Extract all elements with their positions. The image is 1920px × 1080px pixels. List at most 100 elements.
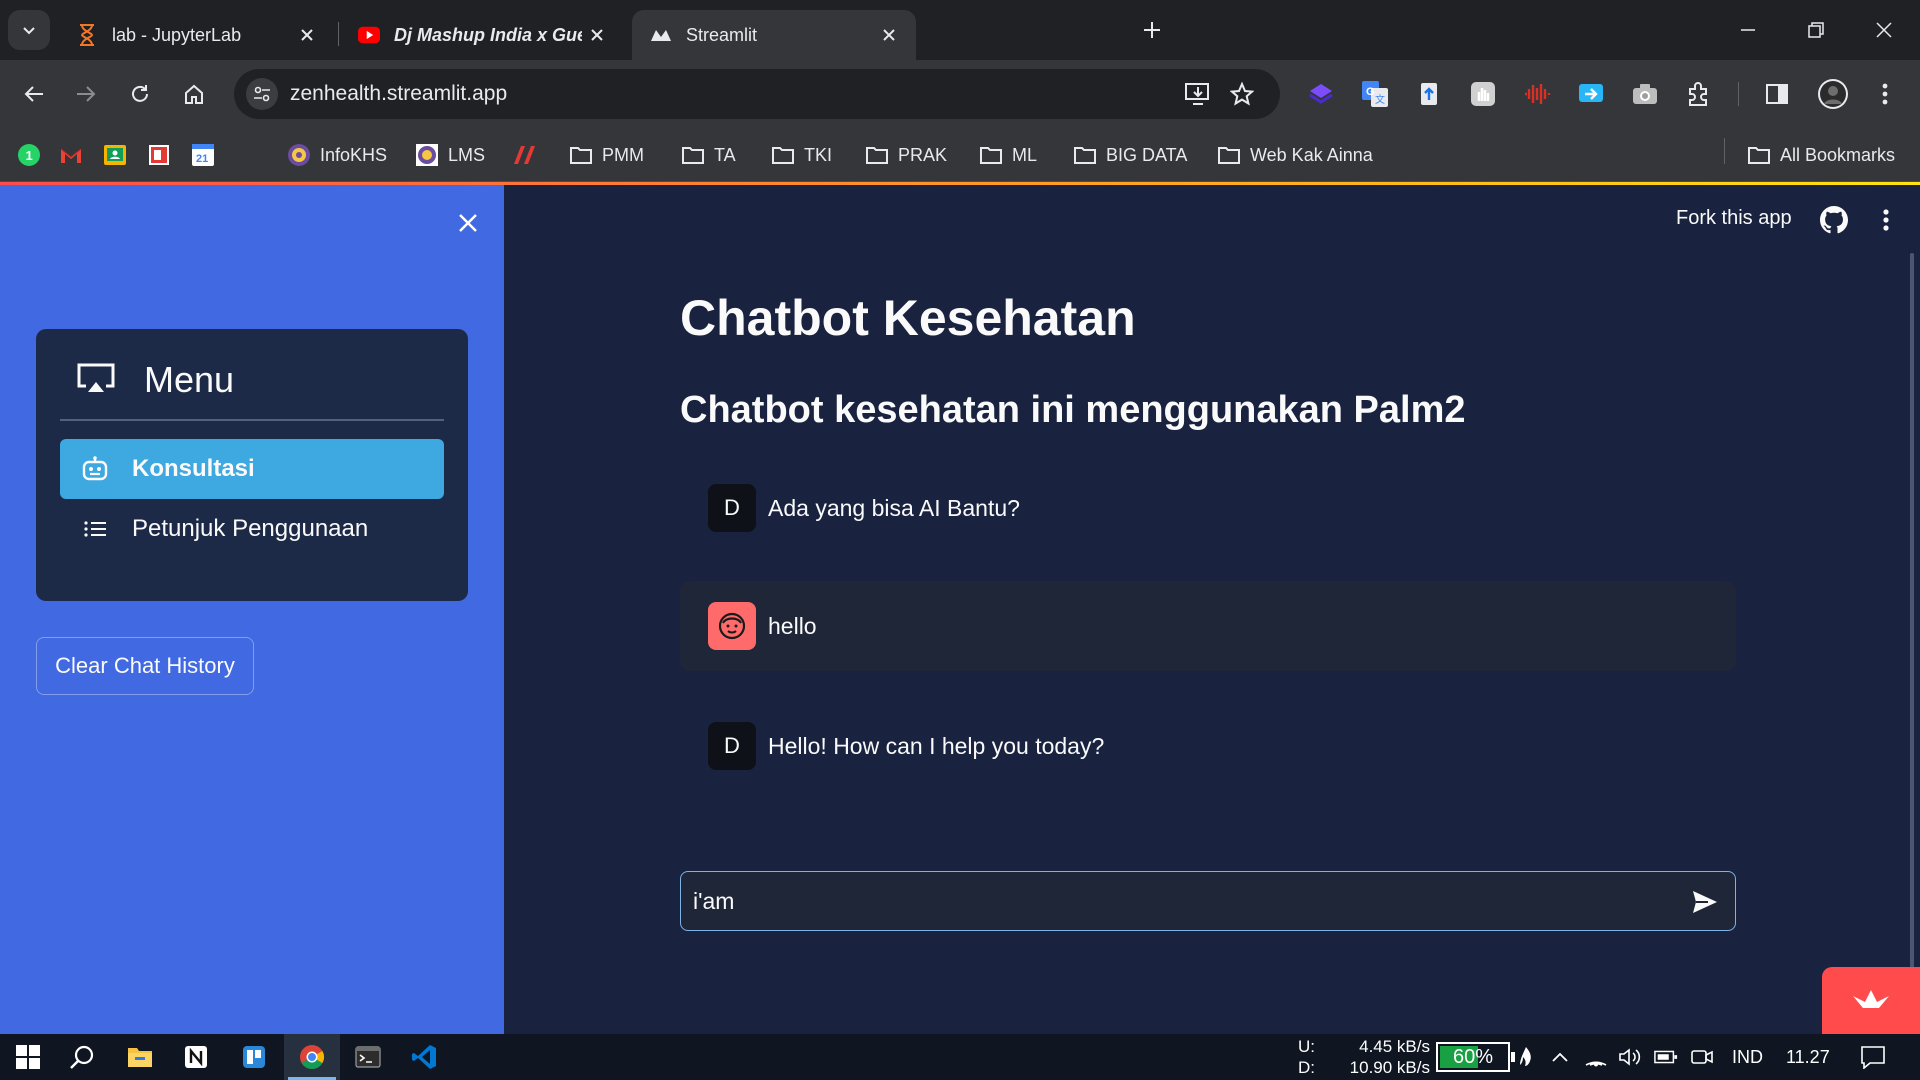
bookmark-label: PRAK <box>898 144 948 165</box>
start-button[interactable] <box>0 1034 56 1080</box>
install-app-button[interactable] <box>1182 78 1214 110</box>
taskbar-notion[interactable] <box>168 1034 224 1080</box>
send-icon[interactable] <box>1689 886 1721 918</box>
search-button[interactable] <box>54 1034 110 1080</box>
tab-title: Streamlit <box>686 24 758 45</box>
tab-jupyterlab[interactable]: lab - JupyterLab <box>58 10 334 60</box>
scrollbar[interactable] <box>1910 253 1914 973</box>
tab-close-icon[interactable] <box>874 20 904 50</box>
bookmark-label: TA <box>714 144 736 165</box>
tab-separator <box>338 22 339 46</box>
menu-item-label: Petunjuk Penggunaan <box>132 515 369 542</box>
menu-item-konsultasi[interactable]: Konsultasi <box>60 439 444 499</box>
menu-header: Menu <box>76 359 234 401</box>
fire-app-icon[interactable] <box>1514 1045 1538 1069</box>
screen-share-extension-icon[interactable] <box>1576 79 1606 109</box>
close-icon <box>459 214 477 232</box>
bookmark-folder-ml[interactable]: ML <box>978 140 1037 170</box>
home-button[interactable] <box>174 74 214 114</box>
tab-close-icon[interactable] <box>582 20 612 50</box>
svg-text:文: 文 <box>1375 93 1385 106</box>
reload-button[interactable] <box>120 74 160 114</box>
google-translate-icon[interactable]: G文 <box>1360 79 1390 109</box>
fork-app-link[interactable]: Fork this app <box>1676 207 1792 230</box>
battery-percent: 60% <box>1452 1046 1494 1068</box>
close-icon <box>1876 22 1892 38</box>
bookmark-classroom[interactable] <box>102 140 128 170</box>
volume-icon[interactable] <box>1618 1045 1642 1069</box>
toolbar-separator <box>1738 82 1739 106</box>
url-text[interactable]: zenhealth.streamlit.app <box>290 82 507 106</box>
tab-title: lab - JupyterLab <box>112 24 242 45</box>
extensions-puzzle-icon[interactable] <box>1684 79 1714 109</box>
bookmark-infokhs[interactable]: InfoKHS <box>286 140 387 170</box>
sidebar-close-button[interactable] <box>450 205 486 241</box>
wifi-icon[interactable] <box>1584 1045 1608 1069</box>
bookmark-calendar[interactable]: 21 <box>190 140 216 170</box>
bookmark-folder-pmm[interactable]: PMM <box>568 140 644 170</box>
battery-meter[interactable]: 60% <box>1436 1042 1515 1072</box>
bookmark-red-logo[interactable] <box>512 140 538 170</box>
chat-input-value[interactable]: i'am <box>693 888 734 915</box>
taskbar-app-blue[interactable] <box>226 1034 282 1080</box>
app-menu-icon[interactable] <box>1870 204 1902 236</box>
bookmark-folder-prak[interactable]: PRAK <box>864 140 947 170</box>
youtube-icon <box>358 24 380 46</box>
github-icon[interactable] <box>1818 204 1850 236</box>
restore-button[interactable] <box>1788 8 1844 52</box>
bookmark-folder-web-kak-ainna[interactable]: Web Kak Ainna <box>1216 140 1373 170</box>
input-language[interactable]: IND <box>1732 1047 1763 1068</box>
clock-time[interactable]: 11.27 <box>1786 1047 1830 1068</box>
streamlit-badge[interactable] <box>1822 967 1920 1034</box>
minimize-button[interactable] <box>1720 8 1776 52</box>
university-logo-icon <box>286 142 312 168</box>
robot-icon <box>80 454 110 484</box>
taskbar-vscode[interactable] <box>396 1034 452 1080</box>
chrome-icon <box>300 1045 325 1069</box>
notification-center-icon[interactable] <box>1858 1045 1888 1069</box>
bookmark-whatsapp[interactable]: 1 <box>16 140 42 170</box>
audio-waveform-icon[interactable] <box>1522 79 1552 109</box>
tab-close-icon[interactable] <box>292 20 322 50</box>
search-icon <box>70 1045 94 1069</box>
all-bookmarks-folder[interactable]: All Bookmarks <box>1746 140 1895 170</box>
back-button[interactable] <box>14 74 54 114</box>
bookmark-folder-tki[interactable]: TKI <box>770 140 832 170</box>
bookmark-star-button[interactable] <box>1226 78 1258 110</box>
camera-extension-icon[interactable] <box>1630 79 1660 109</box>
chat-message-user: hello <box>680 581 1736 671</box>
site-info-button[interactable] <box>246 78 278 110</box>
main-content: Fork this app Chatbot Kesehatan Chatbot … <box>504 185 1920 1034</box>
camera-tray-icon[interactable] <box>1690 1045 1714 1069</box>
profile-avatar-icon[interactable] <box>1816 77 1850 111</box>
bookmark-gmail[interactable] <box>58 140 84 170</box>
forward-button[interactable] <box>66 74 106 114</box>
battery-tray-icon[interactable] <box>1654 1045 1678 1069</box>
tab-search-button[interactable] <box>8 10 50 50</box>
taskbar-chrome[interactable] <box>284 1034 340 1080</box>
hand-extension-icon[interactable] <box>1468 79 1498 109</box>
chat-input[interactable]: i'am <box>680 871 1736 931</box>
taskbar-file-explorer[interactable] <box>112 1034 168 1080</box>
menu-item-petunjuk-penggunaan[interactable]: Petunjuk Penggunaan <box>60 499 444 559</box>
side-panel-icon[interactable] <box>1762 79 1792 109</box>
chevron-up-icon[interactable] <box>1548 1045 1572 1069</box>
clear-chat-history-button[interactable]: Clear Chat History <box>36 637 254 695</box>
bookmarks-separator <box>1724 138 1725 164</box>
extension-purple-icon[interactable] <box>1306 79 1336 109</box>
upload-extension-icon[interactable] <box>1414 79 1444 109</box>
bookmark-folder-ta[interactable]: TA <box>680 140 736 170</box>
address-bar[interactable]: zenhealth.streamlit.app <box>234 69 1280 119</box>
close-window-button[interactable] <box>1856 8 1912 52</box>
new-tab-button[interactable] <box>1136 14 1168 46</box>
bookmark-red-square[interactable] <box>146 140 172 170</box>
bookmark-lms[interactable]: LMS <box>414 140 485 170</box>
folder-icon <box>128 1048 152 1067</box>
tab-streamlit[interactable]: Streamlit <box>632 10 916 60</box>
minimize-icon <box>1741 29 1755 31</box>
taskbar-terminal[interactable] <box>340 1034 396 1080</box>
browser-menu-icon[interactable] <box>1870 79 1900 109</box>
bookmark-folder-big-data[interactable]: BIG DATA <box>1072 140 1187 170</box>
tab-youtube[interactable]: Dj Mashup India x Gue mah g <box>340 10 624 60</box>
folder-icon <box>568 142 594 168</box>
